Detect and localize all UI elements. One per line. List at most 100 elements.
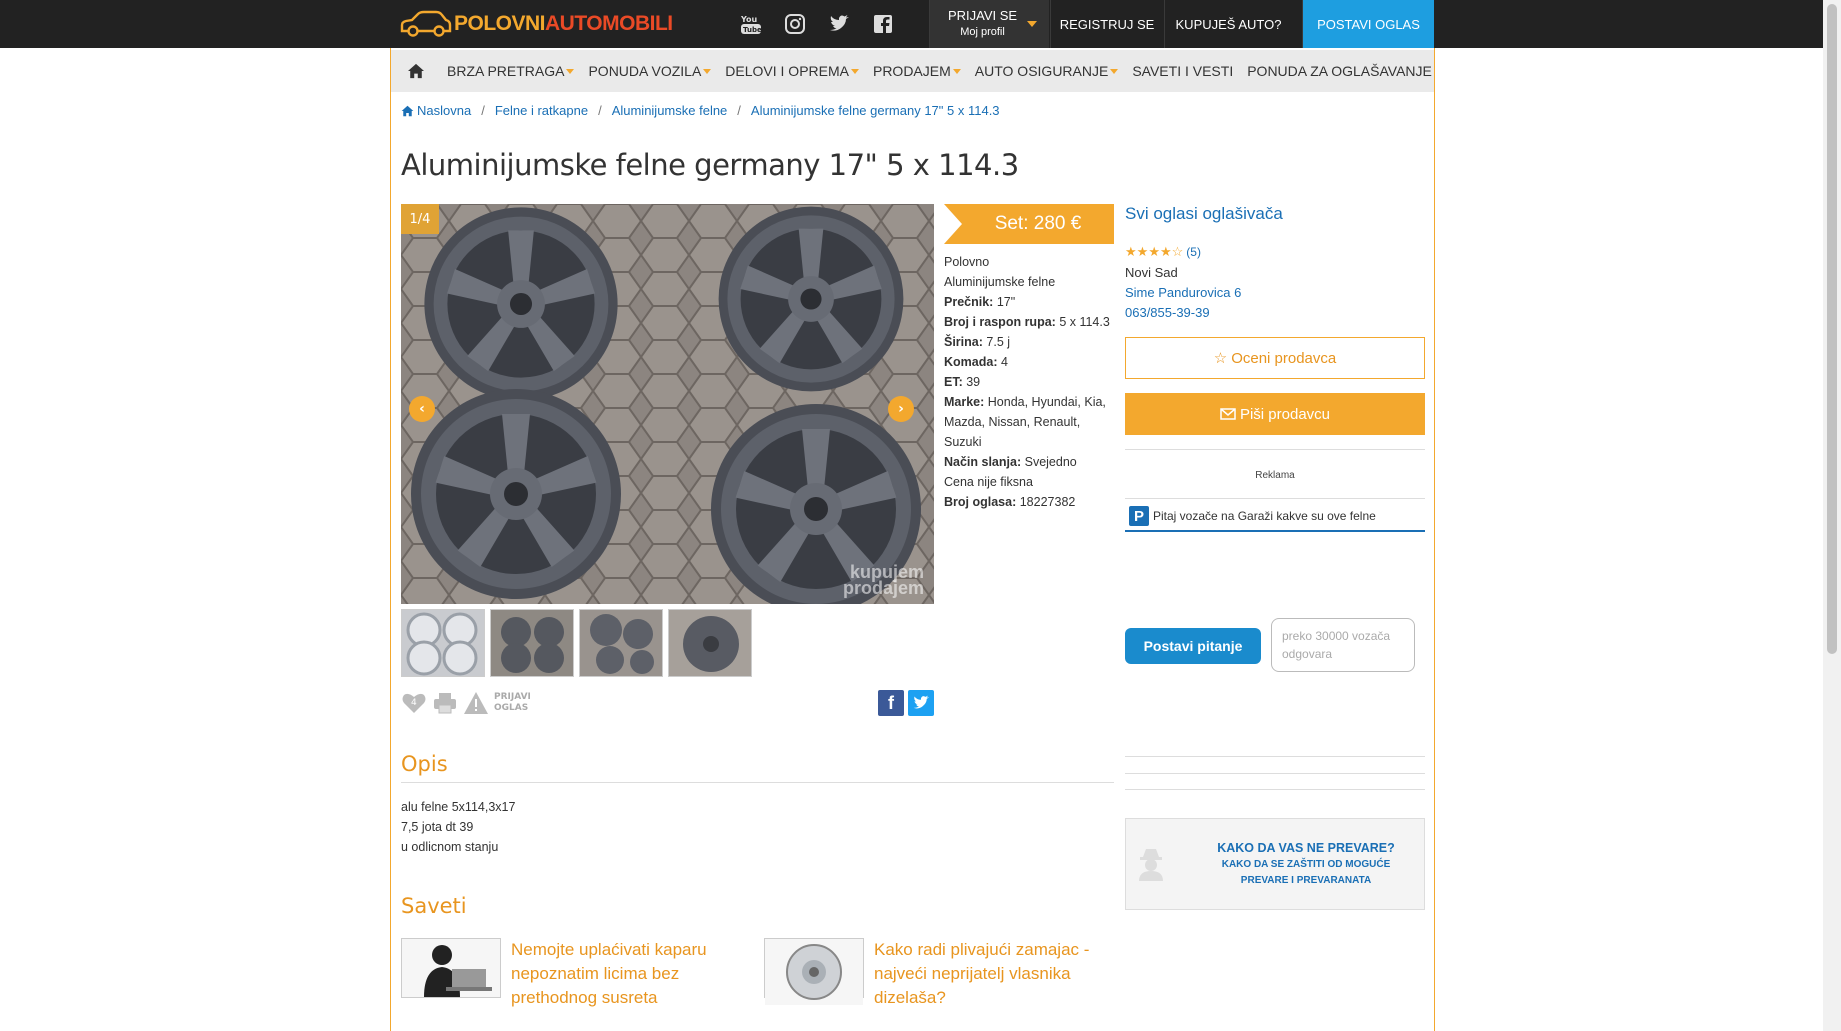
seller-phone-link[interactable]: 063/855-39-39	[1125, 305, 1210, 320]
tip-link[interactable]: Kako radi plivajući zamajac - najveći ne…	[874, 938, 1099, 1010]
nav-selling[interactable]: PRODAJEM	[873, 63, 961, 79]
svg-text:You: You	[740, 15, 758, 24]
ask-question-button[interactable]: Postavi pitanje	[1125, 628, 1261, 664]
nav-label: SAVETI I VESTI	[1132, 63, 1234, 79]
my-profile-label: Moj profil	[960, 26, 1005, 38]
ask-note: preko 30000 vozača odgovara	[1271, 618, 1415, 672]
breadcrumb-separator: /	[598, 103, 602, 118]
login-button[interactable]: PRIJAVI SE Moj profil	[929, 0, 1049, 48]
rate-seller-button[interactable]: ☆ Oceni prodavca	[1125, 337, 1425, 379]
seller-rating[interactable]: ★ ★ ★ ★ ☆ (5)	[1125, 244, 1201, 260]
detail-row: Broj i raspon rupa: 5 x 114.3	[944, 315, 1110, 329]
garage-prompt[interactable]: P Pitaj vozače na Garaži kakve su ove fe…	[1125, 502, 1425, 532]
breadcrumb: Naslovna / Felne i ratkapne / Aluminijum…	[401, 103, 1000, 118]
nav-vehicles[interactable]: PONUDA VOZILA	[588, 63, 712, 79]
ad-tools: 4 PRIJAVI OGLAS	[401, 690, 531, 716]
rate-seller-label: Oceni prodavca	[1231, 349, 1337, 367]
nav-label: AUTO OSIGURANJE	[974, 63, 1109, 79]
description-title: Opis	[401, 752, 448, 776]
ad-details: Polovno Aluminijumske felne Prečnik: 17"…	[944, 252, 1119, 512]
tip-card[interactable]: Kako radi plivajući zamajac - najveći ne…	[764, 938, 1099, 1010]
nav-parts[interactable]: DELOVI I OPREMA	[725, 63, 859, 79]
facebook-share-icon[interactable]: f	[878, 690, 904, 716]
seller-address-link[interactable]: Sime Pandurovica 6	[1125, 285, 1241, 300]
nav-insurance[interactable]: AUTO OSIGURANJE	[975, 63, 1119, 79]
scam-warning-box[interactable]: KAKO DA VAS NE PREVARE? KAKO DA SE ZAŠTI…	[1125, 818, 1425, 910]
description-line: 7,5 jota dt 39	[401, 820, 474, 834]
breadcrumb-alu-rims[interactable]: Aluminijumske felne	[612, 103, 728, 118]
nav-label: PONUDA VOZILA	[588, 63, 702, 79]
ad-number: Broj oglasa: 18227382	[944, 495, 1076, 509]
tip-thumbnail	[764, 938, 864, 1005]
logo-text: POLOVNIAUTOMOBILI	[454, 12, 673, 35]
parking-icon: P	[1129, 506, 1149, 526]
social-links: You Tube	[740, 13, 894, 35]
all-seller-ads-link[interactable]: Svi oglasi oglašivača	[1125, 204, 1283, 224]
tip-link[interactable]: Nemojte uplaćivati kaparu nepoznatim lic…	[511, 938, 736, 1010]
prev-arrow-icon[interactable]: ‹	[409, 396, 435, 422]
tip-card[interactable]: Nemojte uplaćivati kaparu nepoznatim lic…	[401, 938, 736, 1010]
seller-city: Novi Sad	[1125, 265, 1178, 280]
thumbnail-strip	[401, 609, 752, 677]
caret-down-icon	[703, 68, 712, 74]
main-nav: BRZA PRETRAGA PONUDA VOZILA DELOVI I OPR…	[391, 50, 1434, 92]
twitter-share-icon[interactable]	[908, 690, 934, 716]
home-icon[interactable]	[399, 61, 433, 81]
buying-car-button[interactable]: KUPUJEŠ AUTO?	[1164, 0, 1292, 48]
nav-advertising[interactable]: PONUDA ZA OGLAŠAVANJE	[1247, 63, 1432, 79]
instagram-icon[interactable]	[784, 13, 806, 35]
price-tag: Set: 280 €	[944, 204, 1114, 244]
nav-label: PONUDA ZA OGLAŠAVANJE	[1247, 63, 1432, 79]
twitter-icon[interactable]	[828, 13, 850, 35]
register-button[interactable]: REGISTRUJ SE	[1050, 0, 1163, 48]
breadcrumb-home[interactable]: Naslovna	[417, 103, 471, 118]
breadcrumb-current[interactable]: Aluminijumske felne germany 17" 5 x 114.…	[751, 103, 1000, 118]
thumbnail[interactable]	[401, 609, 485, 677]
report-ad-link[interactable]: PRIJAVI OGLAS	[494, 692, 531, 714]
photo-gallery[interactable]: 1/4 ‹ › kupujem prodajem	[401, 204, 934, 604]
caret-down-icon	[850, 68, 859, 74]
thumbnail[interactable]	[668, 609, 752, 677]
divider	[1125, 498, 1425, 499]
nav-label: BRZA PRETRAGA	[447, 63, 565, 79]
detail-row: Širina: 7.5 j	[944, 335, 1011, 349]
thumbnail[interactable]	[579, 609, 663, 677]
post-ad-button[interactable]: POSTAVI OGLAS	[1302, 0, 1434, 48]
envelope-icon	[1220, 408, 1236, 420]
heart-icon[interactable]: 4	[401, 690, 427, 716]
print-icon[interactable]	[432, 690, 458, 716]
breadcrumb-rims[interactable]: Felne i ratkapne	[495, 103, 588, 118]
thumbnail[interactable]	[490, 609, 574, 677]
youtube-icon[interactable]: You Tube	[740, 13, 762, 35]
nav-label: PRODAJEM	[872, 63, 951, 79]
scrollbar[interactable]	[1823, 0, 1841, 1031]
nav-quick-search[interactable]: BRZA PRETRAGA	[447, 63, 575, 79]
login-label: PRIJAVI SE	[947, 8, 1018, 23]
condition: Polovno	[944, 255, 990, 269]
svg-text:Tube: Tube	[743, 26, 762, 34]
scam-warning-title: KAKO DA VAS NE PREVARE?	[1217, 841, 1395, 855]
car-logo-icon	[400, 10, 452, 37]
message-seller-button[interactable]: Piši prodavcu	[1125, 393, 1425, 435]
detail-row: ET: 39	[944, 375, 981, 389]
caret-down-icon	[566, 68, 575, 74]
main-content: BRZA PRETRAGA PONUDA VOZILA DELOVI I OPR…	[390, 48, 1435, 1031]
star-icon: ★	[1148, 244, 1160, 259]
scrollbar-thumb[interactable]	[1827, 4, 1837, 654]
site-logo[interactable]: POLOVNIAUTOMOBILI	[398, 8, 673, 40]
next-arrow-icon[interactable]: ›	[888, 396, 914, 422]
detail-row: Komada: 4	[944, 355, 1008, 369]
nav-tips-news[interactable]: SAVETI I VESTI	[1132, 63, 1233, 79]
description-text: alu felne 5x114,3x17 7,5 jota dt 39 u od…	[401, 797, 515, 857]
share-buttons: f	[878, 690, 934, 716]
ad-label: Reklama	[1255, 470, 1295, 481]
garage-text: Pitaj vozače na Garaži kakve su ove feln…	[1153, 509, 1376, 523]
chevron-down-icon	[1027, 21, 1037, 27]
divider	[1125, 773, 1425, 774]
description-line: u odlicnom stanju	[401, 840, 499, 854]
facebook-icon[interactable]	[872, 13, 894, 35]
warning-icon[interactable]	[463, 690, 489, 716]
divider	[401, 782, 1114, 783]
divider	[1125, 449, 1425, 450]
detail-row: Prečnik: 17"	[944, 295, 1016, 309]
